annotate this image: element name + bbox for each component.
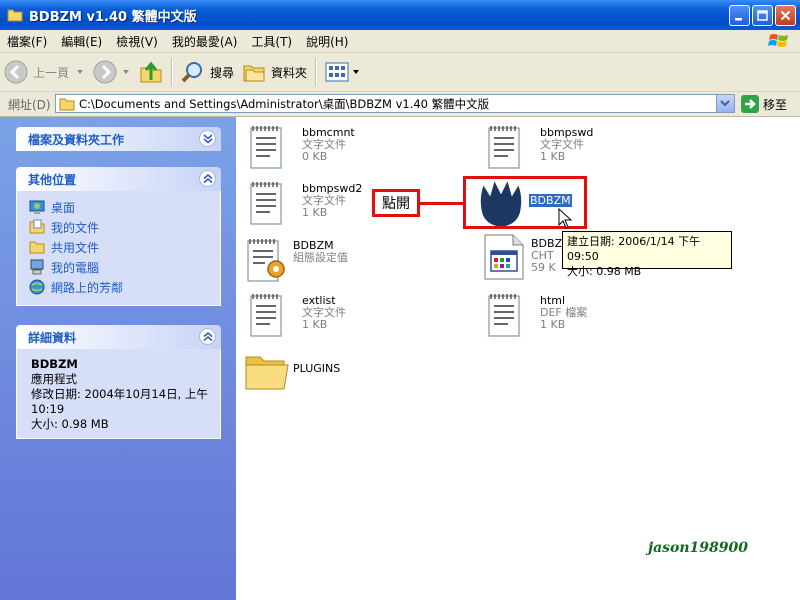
file-item-bbmcmnt[interactable]: bbmcmnt 文字文件 0 KB [245,122,465,170]
views-button[interactable] [321,56,365,88]
collapse-button[interactable] [199,170,216,187]
menu-edit[interactable]: 編輯(E) [54,33,109,50]
text-file-icon [250,126,282,169]
toolbar-separator [315,58,318,86]
shared-folder-icon [29,241,45,254]
menu-help[interactable]: 說明(H) [299,33,355,50]
cht-file-icon [484,234,524,280]
address-input[interactable]: C:\Documents and Settings\Administrator\… [55,94,735,113]
menu-file[interactable]: 檔案(F) [0,33,54,50]
views-icon [325,62,349,82]
menu-favorites[interactable]: 我的最愛(A) [165,33,245,50]
other-places-header[interactable]: 其他位置 [16,167,221,191]
highlight-connector [420,202,464,205]
file-item-bbmpswd[interactable]: bbmpswd 文字文件 1 KB [483,122,703,170]
network-icon [29,279,45,295]
windows-logo-icon [768,34,788,47]
maximize-icon [757,10,768,21]
place-my-computer[interactable]: 我的電腦 [29,257,220,277]
go-button[interactable]: 移至 [741,95,787,113]
details-modified: 修改日期: 2004年10月14日, 上午 [31,387,208,401]
other-places-panel: 其他位置 桌面 我的文件 共用文件 我的電腦 網路上的芳鄰 [16,167,221,306]
text-file-icon [250,294,282,337]
file-tasks-header[interactable]: 檔案及資料夾工作 [16,127,221,151]
tooltip-created: 建立日期: 2006/1/14 下午 09:50 [567,235,701,263]
file-tooltip: 建立日期: 2006/1/14 下午 09:50 大小: 0.98 MB [562,231,732,278]
menu-tools[interactable]: 工具(T) [244,33,299,50]
up-folder-button[interactable] [135,56,167,88]
place-my-documents[interactable]: 我的文件 [29,217,220,237]
expand-button[interactable] [199,130,216,147]
desktop-icon [29,200,45,214]
my-computer-icon [30,259,44,275]
annotation-callout: 點開 [372,189,420,217]
go-arrow-icon [741,95,759,113]
folder-item-plugins[interactable]: PLUGINS [244,347,464,395]
my-documents-icon [29,219,45,234]
text-file-icon [488,294,520,337]
tooltip-size: 大小: 0.98 MB [567,265,642,278]
text-file-icon [250,182,282,225]
details-modified-time: 10:19 [31,402,65,416]
close-icon [780,10,791,21]
folders-button[interactable]: 資料夾 [238,56,311,88]
search-button[interactable]: 搜尋 [177,56,238,88]
folder-icon [7,9,23,22]
file-item-extlist[interactable]: extlist 文字文件 1 KB [245,290,465,338]
task-pane: 檔案及資料夾工作 其他位置 桌面 我的文件 共用文件 我的電腦 網路上的芳鄰 詳… [0,117,236,600]
menu-view[interactable]: 檢視(V) [109,33,165,50]
details-name: BDBZM [31,357,78,371]
toolbar: 上一頁 搜尋 資料夾 [0,53,800,92]
chevron-down-icon [77,70,84,74]
details-panel: 詳細資料 BDBZM 應用程式 修改日期: 2004年10月14日, 上午 10… [16,325,221,439]
minimize-icon [735,18,742,21]
search-icon [181,62,203,83]
details-size: 大小: 0.98 MB [31,417,109,431]
place-shared-documents[interactable]: 共用文件 [29,237,220,257]
details-body: BDBZM 應用程式 修改日期: 2004年10月14日, 上午 10:19 大… [16,349,221,439]
forward-arrow-icon [93,60,117,84]
address-label: 網址(D) [8,97,51,112]
place-network[interactable]: 網路上的芳鄰 [29,277,220,297]
place-desktop[interactable]: 桌面 [29,197,220,217]
address-dropdown[interactable] [716,95,734,112]
file-item-html[interactable]: html DEF 檔案 1 KB [483,290,703,338]
toolbar-separator [171,58,174,86]
chevron-down-icon [353,70,360,74]
up-folder-icon [140,61,162,83]
close-button[interactable] [775,5,796,26]
chevron-up-icon [203,332,213,342]
address-path: C:\Documents and Settings\Administrator\… [79,96,490,111]
maximize-button[interactable] [752,5,773,26]
watermark: jason198900 [648,540,748,556]
minimize-button[interactable] [729,5,750,26]
chevron-up-icon [203,174,213,184]
file-tasks-panel: 檔案及資料夾工作 [16,127,221,151]
details-header[interactable]: 詳細資料 [16,325,221,349]
mouse-cursor-icon [558,208,572,229]
collapse-button[interactable] [199,328,216,345]
title-bar: BDBZM v1.40 繁體中文版 [0,0,800,30]
folder-icon [59,98,75,110]
folders-icon [243,65,265,82]
back-button[interactable]: 上一頁 [0,56,89,88]
window-title: BDBZM v1.40 繁體中文版 [29,9,197,25]
chevron-down-icon [123,70,130,74]
back-arrow-icon [4,60,28,84]
chevron-down-icon [203,134,213,144]
file-item-bdbzm-config[interactable]: BDBZM 組態設定值 [242,235,462,283]
forward-button[interactable] [89,56,135,88]
menu-bar: 檔案(F) 編輯(E) 檢視(V) 我的最愛(A) 工具(T) 說明(H) [0,30,800,53]
text-file-icon [488,126,520,169]
config-file-icon [247,239,285,282]
details-type: 應用程式 [31,372,77,386]
address-bar: 網址(D) C:\Documents and Settings\Administ… [0,92,800,117]
chevron-down-icon [720,100,730,107]
folder-icon [245,356,289,390]
